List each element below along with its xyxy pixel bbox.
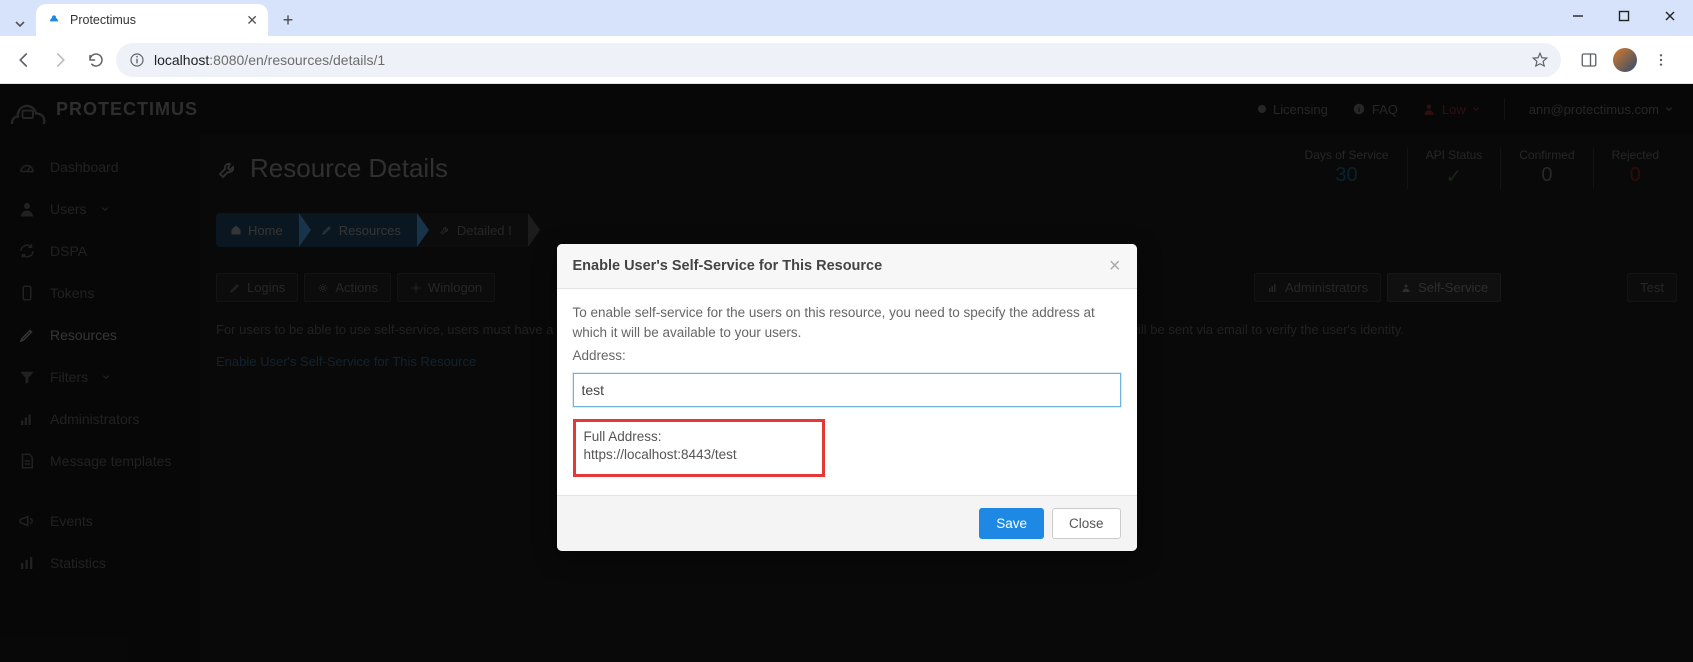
- modal-title: Enable User's Self-Service for This Reso…: [573, 258, 883, 274]
- tab-close-icon[interactable]: ✕: [246, 12, 258, 29]
- modal-header: Enable User's Self-Service for This Reso…: [557, 244, 1137, 289]
- kebab-menu-icon[interactable]: [1645, 44, 1677, 76]
- reload-button[interactable]: [80, 44, 112, 76]
- minimize-button[interactable]: [1555, 0, 1601, 32]
- window-controls: [1555, 0, 1693, 32]
- tab-title: Protectimus: [70, 13, 238, 27]
- tab-strip: Protectimus ✕ +: [0, 0, 1693, 36]
- url-text: localhost:8080/en/resources/details/1: [154, 52, 385, 68]
- save-button[interactable]: Save: [979, 508, 1044, 539]
- modal-close-icon[interactable]: ×: [1109, 256, 1121, 276]
- new-tab-button[interactable]: +: [274, 6, 302, 34]
- full-address-value: https://localhost:8443/test: [584, 447, 737, 462]
- browser-chrome: Protectimus ✕ + localhost:8080/en/resour…: [0, 0, 1693, 84]
- side-panel-icon[interactable]: [1573, 44, 1605, 76]
- back-button[interactable]: [8, 44, 40, 76]
- browser-tab-active[interactable]: Protectimus ✕: [36, 4, 268, 36]
- close-window-button[interactable]: [1647, 0, 1693, 32]
- self-service-modal: Enable User's Self-Service for This Reso…: [557, 244, 1137, 551]
- profile-avatar[interactable]: [1613, 48, 1637, 72]
- browser-toolbar: localhost:8080/en/resources/details/1: [0, 36, 1693, 84]
- site-info-icon[interactable]: [128, 51, 146, 69]
- maximize-button[interactable]: [1601, 0, 1647, 32]
- bookmark-star-icon[interactable]: [1531, 51, 1549, 69]
- favicon-icon: [46, 12, 62, 28]
- forward-button[interactable]: [44, 44, 76, 76]
- address-input[interactable]: [573, 373, 1121, 407]
- modal-description: To enable self-service for the users on …: [573, 303, 1121, 344]
- modal-body: To enable self-service for the users on …: [557, 289, 1137, 495]
- address-bar[interactable]: localhost:8080/en/resources/details/1: [116, 43, 1561, 77]
- close-button[interactable]: Close: [1052, 508, 1121, 539]
- tab-list-chevron[interactable]: [8, 12, 32, 36]
- modal-footer: Save Close: [557, 495, 1137, 551]
- full-address-highlight: Full Address: https://localhost:8443/tes…: [573, 419, 825, 477]
- app-root: PROTECTIMUS Licensing i FAQ Low ann@prot…: [0, 84, 1693, 662]
- full-address-label: Full Address:: [584, 429, 662, 444]
- address-label: Address:: [573, 348, 1121, 363]
